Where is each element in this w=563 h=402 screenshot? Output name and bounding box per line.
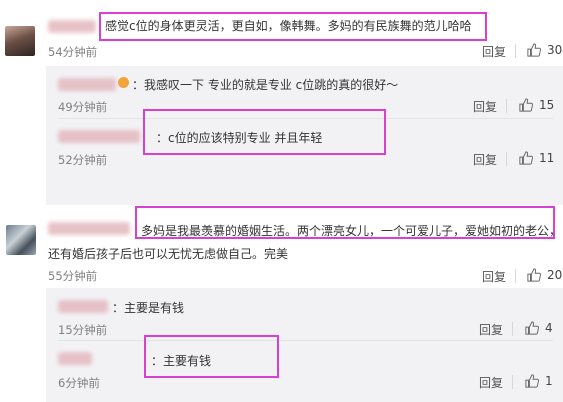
divider — [506, 99, 507, 113]
reply-time: 52分钟前 — [58, 153, 108, 167]
avatar[interactable] — [6, 225, 36, 255]
thumbs-up-icon — [527, 43, 541, 57]
thumbs-up-icon — [527, 268, 541, 282]
divider — [515, 269, 516, 283]
highlight-box — [143, 109, 386, 155]
username-blurred[interactable] — [48, 222, 130, 235]
username-blurred[interactable] — [58, 130, 140, 143]
reply-time: 15分钟前 — [58, 323, 108, 337]
comment-time: 54分钟前 — [48, 45, 98, 59]
reply-button[interactable]: 回复 — [473, 98, 497, 115]
reply-button[interactable]: 回复 — [479, 321, 503, 338]
like-button[interactable]: 15 — [519, 98, 554, 112]
username-blurred[interactable] — [48, 20, 96, 33]
divider — [506, 152, 507, 166]
reply-button[interactable]: 回复 — [482, 268, 506, 285]
reply-time: 49分钟前 — [58, 100, 108, 114]
thumbs-up-icon — [525, 321, 539, 335]
like-button[interactable]: 1 — [525, 374, 553, 388]
like-count: 304 — [547, 43, 563, 57]
reply-text: ：我感叹一下 专业的就是专业 c位跳的真的很好～ — [132, 78, 399, 92]
thumbs-up-icon — [519, 151, 533, 165]
highlight-box — [99, 12, 487, 41]
divider — [515, 44, 516, 58]
reply-text: ：主要是有钱 — [112, 301, 185, 315]
comment-text-line2: 还有婚后孩子后也可以无忧无虑做自己。完美 — [48, 247, 289, 261]
username-blurred[interactable] — [58, 352, 92, 365]
divider — [58, 340, 553, 341]
reply-list: ：主要是有钱 15分钟前 回复 4 ：主要有钱 6分钟前 回复 1 — [46, 288, 563, 402]
avatar[interactable] — [5, 26, 35, 56]
reply-button[interactable]: 回复 — [482, 43, 506, 60]
highlight-box — [144, 335, 279, 378]
username-blurred[interactable] — [58, 78, 116, 91]
thumbs-up-icon — [519, 98, 533, 112]
thumbs-up-icon — [525, 374, 539, 388]
reply-time: 6分钟前 — [58, 376, 100, 390]
like-count: 11 — [539, 151, 555, 165]
like-button[interactable]: 11 — [519, 151, 554, 165]
like-button[interactable]: 4 — [525, 321, 553, 335]
comment-time: 55分钟前 — [48, 269, 98, 283]
highlight-box — [135, 206, 555, 239]
reply-button[interactable]: 回复 — [479, 374, 503, 391]
username-blurred[interactable] — [58, 300, 108, 313]
reply-button[interactable]: 回复 — [473, 151, 497, 168]
divider — [512, 375, 513, 389]
divider — [512, 322, 513, 336]
reply-list: ：我感叹一下 专业的就是专业 c位跳的真的很好～ 49分钟前 回复 15 ：c位… — [46, 66, 563, 205]
like-count: 15 — [539, 98, 555, 112]
badge-icon — [118, 77, 129, 88]
like-count: 4 — [545, 321, 553, 335]
like-count: 1 — [545, 374, 553, 388]
like-button[interactable]: 207 — [527, 268, 563, 282]
like-button[interactable]: 304 — [527, 43, 563, 57]
like-count: 207 — [547, 268, 563, 282]
